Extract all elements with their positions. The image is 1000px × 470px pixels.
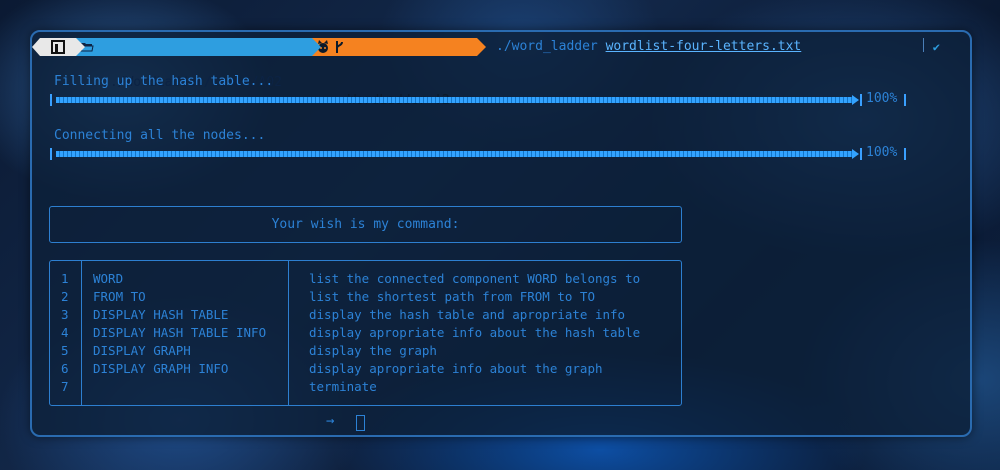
menu-item: 4 DISPLAY HASH TABLE INFO display apropria… (50, 324, 680, 342)
input-prompt-arrow: → (326, 413, 335, 429)
progress-bar-fill (56, 151, 852, 157)
menu-item-command: DISPLAY GRAPH (93, 343, 191, 358)
progress-bar-left-edge (50, 148, 52, 160)
prompt-divider (923, 38, 924, 52)
menu-item-number: 4 (61, 325, 69, 340)
status-check-icon: ✔ (932, 40, 940, 54)
menu-item-description: display the hash table and apropriate in… (309, 307, 626, 322)
progress-bar-left-edge (50, 94, 52, 106)
progress-label-nodes: Connecting all the nodes... (54, 128, 266, 143)
menu-item-command: DISPLAY HASH TABLE INFO (93, 325, 267, 340)
menu-item: 2 FROM TO list the shortest path from FROM… (50, 288, 680, 306)
terminal-window[interactable]: ../WordLadder/Ramos/A02 WordLadder !2 ./… (30, 30, 972, 437)
menu-item-number: 3 (61, 307, 69, 322)
progress-bar-tip (852, 149, 859, 159)
progress-bar-end-edge (904, 148, 906, 160)
os-logo-segment (32, 38, 85, 56)
menu-item: 7 terminate (50, 378, 680, 396)
menu-item-description: display the graph (309, 343, 437, 358)
command-name: ./word_ladder (496, 39, 598, 54)
os-logo-icon (51, 40, 65, 54)
menu-item-number: 1 (61, 271, 69, 286)
menu-item: 1 WORD list the connected component WORD b… (50, 270, 680, 288)
menu-item: 6 DISPLAY GRAPH INFO display apropriate in… (50, 360, 680, 378)
menu-item-description: display apropriate info about the graph (309, 361, 603, 376)
menu-title-box: Your wish is my command: (49, 206, 682, 243)
progress-percent: 100% (866, 91, 898, 106)
progress-bar-right-edge (860, 94, 862, 106)
menu-item-description: terminate (309, 379, 377, 394)
menu-item: 5 DISPLAY GRAPH display the graph (50, 342, 680, 360)
menu-item-number: 6 (61, 361, 69, 376)
progress-bar-right-edge (860, 148, 862, 160)
menu-item-number: 2 (61, 289, 69, 304)
menu-item-command: FROM TO (93, 289, 146, 304)
menu-item-number: 7 (61, 379, 69, 394)
git-branch-icon (336, 41, 343, 53)
menu-item-command: DISPLAY GRAPH INFO (93, 361, 229, 376)
progress-percent: 100% (866, 145, 898, 160)
progress-bar-tip (852, 95, 859, 105)
progress-label-hash: Filling up the hash table... (54, 74, 274, 89)
menu-item: 3 DISPLAY HASH TABLE display the hash tabl… (50, 306, 680, 324)
progress-bar-fill (56, 97, 852, 103)
menu-item-command: WORD (93, 271, 124, 286)
cwd-segment: ../WordLadder/Ramos/A02 (76, 38, 321, 90)
menu-title: Your wish is my command: (271, 217, 460, 232)
menu-item-description: list the connected component WORD belong… (309, 271, 641, 286)
text-cursor[interactable] (356, 415, 365, 431)
menu-item-description: display apropriate info about the hash t… (309, 325, 641, 340)
progress-bar-end-edge (904, 94, 906, 106)
git-segment: WordLadder !2 (312, 38, 486, 108)
command-line[interactable]: ./word_ladder wordlist-four-letters.txt (496, 38, 801, 56)
menu-item-command: DISPLAY HASH TABLE (93, 307, 229, 322)
command-argument[interactable]: wordlist-four-letters.txt (606, 39, 802, 54)
menu-item-description: list the shortest path from FROM to TO (309, 289, 595, 304)
menu-item-number: 5 (61, 343, 69, 358)
menu-table: 1 WORD list the connected component WORD b… (49, 260, 682, 406)
